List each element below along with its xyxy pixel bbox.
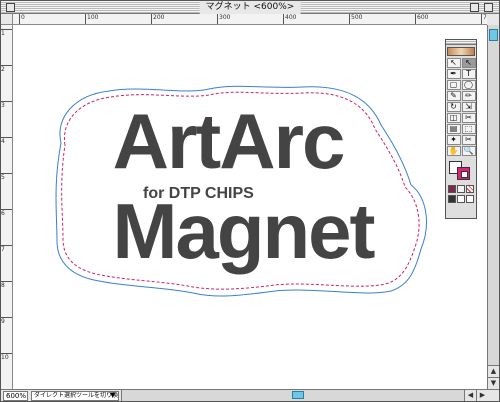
ruler-v-tick: 3 (1, 101, 12, 109)
ellipse-tool-icon[interactable]: ◯ (461, 80, 476, 90)
ruler-origin[interactable] (1, 14, 13, 25)
ruler-h-tick: 0 (19, 14, 25, 24)
ruler-h-tick: 500 (349, 14, 362, 24)
ruler-v-tick: 4 (1, 137, 12, 145)
ruler-h-tick: 300 (217, 14, 230, 24)
app-logo-icon[interactable] (447, 47, 475, 56)
magnet-text: Magnet (112, 187, 376, 275)
ruler-h-tick: 600 (415, 14, 428, 24)
rotate-tool-icon[interactable]: ↻ (446, 102, 461, 112)
window-title: マグネット <600%> (199, 1, 301, 14)
scissors-tool-icon[interactable]: ✂ (461, 113, 476, 123)
zoom-level-field[interactable]: 600% (3, 391, 28, 401)
title-bar[interactable]: マグネット <600%> (1, 1, 499, 14)
collapse-box[interactable] (484, 3, 493, 12)
ruler-v-tick: 10 (1, 353, 12, 361)
pencil-tool-icon[interactable]: ✏ (461, 91, 476, 101)
horizontal-scrollbar[interactable]: ◀ ▶ (121, 390, 488, 401)
rectangle-tool-icon[interactable]: ▢ (446, 80, 461, 90)
artboard-canvas[interactable]: ArtArc for DTP CHIPS Magnet (13, 25, 487, 389)
color-swatches (447, 159, 475, 183)
selection-tool-icon[interactable]: ↖ (446, 58, 461, 68)
status-bar: 600% ダイレクト選択ツールを切り換え ▼ ◀ ▶ (1, 389, 499, 401)
toolbox-palette: ↖ ↖ ✒ T ▢ ◯ ✎ ✏ ↻ ⇲ ◫ ✂ ▤ ⬚ ✦ ✂ ✋ 🔍 (445, 39, 477, 219)
ruler-h-tick: 700 (481, 14, 487, 24)
ruler-h-tick: 200 (151, 14, 164, 24)
zoom-tool-icon[interactable]: 🔍 (461, 146, 476, 156)
graph-tool-icon[interactable]: ▤ (446, 124, 461, 134)
scroll-right-arrow-icon[interactable]: ▶ (476, 390, 488, 401)
ruler-v-tick: 5 (1, 173, 12, 181)
horizontal-ruler[interactable]: 0 100 200 300 400 500 600 700 (13, 14, 487, 25)
eyedropper-tool-icon[interactable]: ✦ (446, 135, 461, 145)
zoom-box[interactable] (470, 3, 479, 12)
color-mode-icon[interactable] (448, 185, 456, 193)
stroke-swatch[interactable] (457, 167, 470, 180)
scroll-left-arrow-icon[interactable]: ◀ (464, 390, 476, 401)
blend-tool-icon[interactable]: ◫ (446, 113, 461, 123)
none-mode-icon[interactable] (466, 185, 474, 193)
scale-tool-icon[interactable]: ⇲ (461, 102, 476, 112)
vertical-scroll-thumb[interactable] (489, 29, 498, 41)
full-screen-icon[interactable] (466, 195, 474, 203)
ruler-v-tick: 9 (1, 317, 12, 325)
scroll-down-arrow-icon[interactable]: ▼ (488, 377, 499, 389)
status-menu-arrow-icon[interactable]: ▼ (110, 391, 115, 400)
color-mode-buttons (446, 185, 476, 193)
document-window: マグネット <600%> 0 100 200 300 400 500 600 700 1 2 3 4… (0, 0, 500, 402)
standard-screen-icon[interactable] (448, 195, 456, 203)
status-message[interactable]: ダイレクト選択ツールを切り換え (31, 391, 119, 401)
ruler-h-tick: 100 (85, 14, 98, 24)
scroll-up-arrow-icon[interactable]: ▲ (488, 365, 499, 377)
ruler-h-tick: 400 (283, 14, 296, 24)
ruler-v-tick: 7 (1, 245, 12, 253)
gradient-mode-icon[interactable] (457, 185, 465, 193)
direct-selection-tool-icon[interactable]: ↖ (461, 58, 476, 68)
artboard-tool-icon[interactable]: ⬚ (461, 124, 476, 134)
hand-tool-icon[interactable]: ✋ (446, 146, 461, 156)
vertical-scrollbar[interactable]: ▲ ▼ (487, 25, 499, 389)
tool-grid: ↖ ↖ ✒ T ▢ ◯ ✎ ✏ ↻ ⇲ ◫ ✂ ▤ ⬚ ✦ ✂ ✋ 🔍 (446, 58, 476, 156)
pen-tool-icon[interactable]: ✒ (446, 69, 461, 79)
close-box[interactable] (6, 3, 15, 12)
ruler-v-tick: 8 (1, 281, 12, 289)
ruler-v-tick: 6 (1, 209, 12, 217)
brush-tool-icon[interactable]: ✎ (446, 91, 461, 101)
artwork-text: ArtArc for DTP CHIPS Magnet (13, 25, 487, 389)
knife-tool-icon[interactable]: ✂ (461, 135, 476, 145)
full-screen-menu-icon[interactable] (457, 195, 465, 203)
horizontal-scroll-thumb[interactable] (292, 391, 304, 399)
ruler-v-tick: 2 (1, 65, 12, 73)
vertical-ruler[interactable]: 1 2 3 4 5 6 7 8 9 10 (1, 25, 13, 389)
artarc-text: ArtArc (112, 97, 346, 185)
type-tool-icon[interactable]: T (461, 69, 476, 79)
screen-mode-buttons (446, 195, 476, 203)
toolbox-titlebar[interactable] (446, 40, 476, 45)
ruler-v-tick: 1 (1, 29, 12, 37)
